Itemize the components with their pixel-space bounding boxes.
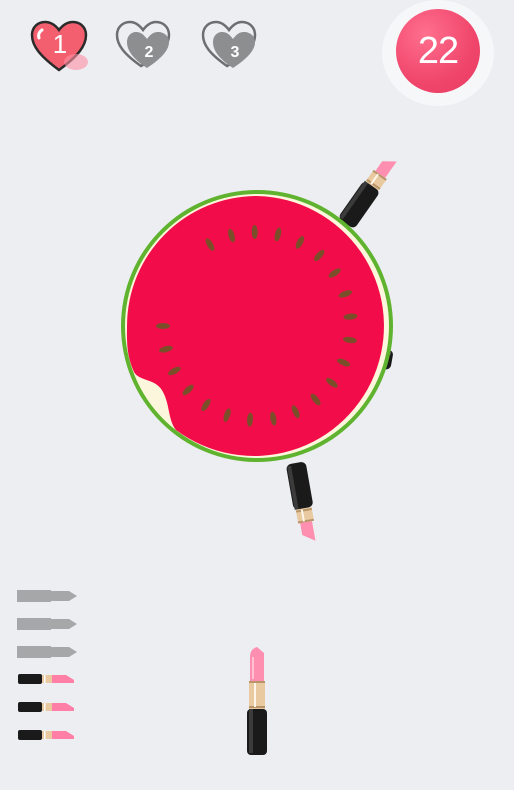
stuck-lipstick-3: [285, 461, 320, 544]
ammo-used-3: [17, 646, 77, 658]
ammo-queue: [17, 590, 77, 740]
ammo-used-1: [17, 590, 77, 602]
watermelon-target: [121, 190, 393, 462]
ammo-lipstick-2: [18, 702, 74, 712]
ammo-lipstick-3: [18, 730, 74, 740]
seed: [156, 323, 170, 329]
game-board[interactable]: [0, 0, 514, 790]
stuck-lipstick-1: [337, 152, 400, 230]
ammo-used-2: [17, 618, 77, 630]
launcher-lipstick[interactable]: [247, 647, 267, 755]
ammo-lipstick-1: [18, 674, 74, 684]
